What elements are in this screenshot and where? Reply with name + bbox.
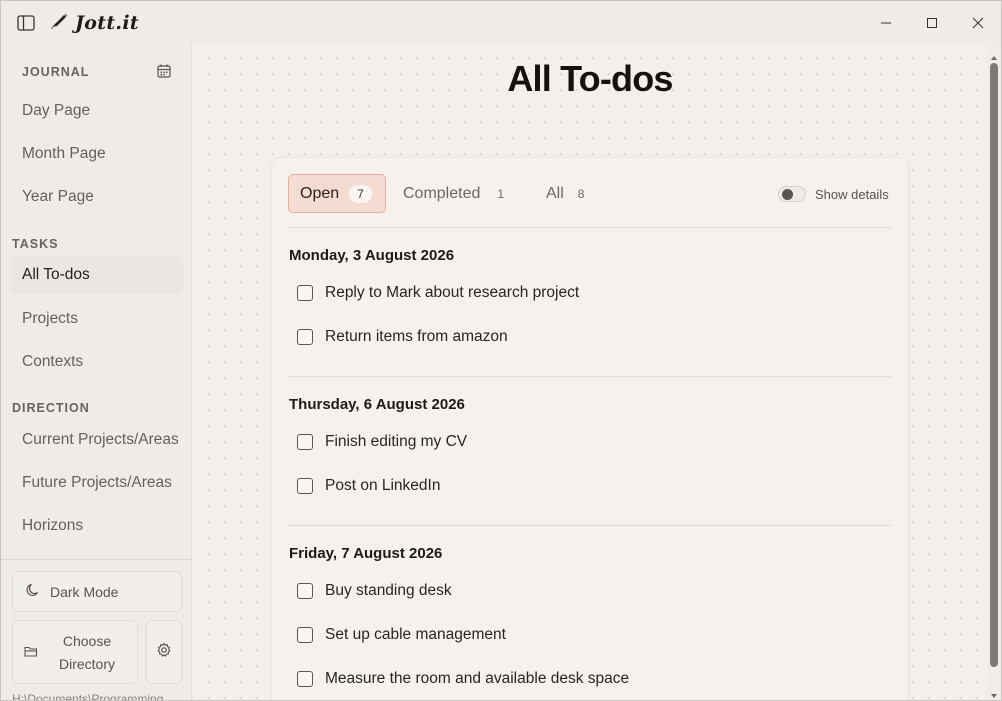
show-details-toggle[interactable] (778, 186, 806, 202)
pen-icon (49, 10, 69, 35)
sidebar-divider (1, 559, 192, 560)
direction-heading: DIRECTION (12, 401, 90, 415)
tab-completed-count: 1 (497, 186, 505, 201)
dark-mode-button[interactable]: Dark Mode (12, 571, 182, 612)
date-heading: Friday, 7 August 2026 (289, 545, 443, 562)
choose-directory-label: Choose Directory (58, 633, 115, 672)
minimize-icon[interactable] (863, 1, 909, 44)
todo-item: Reply to Mark about research project (297, 284, 579, 302)
todo-text: Buy standing desk (325, 582, 452, 599)
window-controls (863, 1, 1001, 44)
todo-checkbox[interactable] (297, 583, 313, 599)
todos-card: Open 7 Completed 1 All 8 Show details Mo… (272, 158, 908, 700)
main-content: All To-dos Open 7 Completed 1 All 8 Show… (193, 44, 987, 700)
journal-heading: JOURNAL (22, 65, 90, 79)
scroll-down-icon[interactable] (990, 687, 998, 698)
todo-checkbox[interactable] (297, 478, 313, 494)
tab-all-count: 8 (577, 186, 585, 201)
todo-text: Set up cable management (325, 626, 506, 643)
toggle-knob (782, 189, 793, 200)
choose-directory-button[interactable]: Choose Directory (12, 620, 138, 684)
app-logo: Jott.it (49, 10, 139, 35)
tasks-heading: TASKS (12, 237, 59, 251)
todo-item: Measure the room and available desk spac… (297, 670, 629, 688)
toggle-sidebar-icon[interactable] (16, 13, 36, 33)
sidebar-item-future-projects[interactable]: Future Projects/Areas (11, 464, 183, 502)
group-divider (288, 525, 891, 526)
close-icon[interactable] (955, 1, 1001, 44)
todo-text: Reply to Mark about research project (325, 284, 580, 301)
gear-icon (156, 642, 172, 663)
todo-text: Post on LinkedIn (325, 477, 441, 494)
title-bar: Jott.it (1, 1, 1001, 44)
sidebar-item-day-page[interactable]: Day Page (11, 92, 183, 130)
page-title: All To-dos (507, 58, 673, 99)
todo-checkbox[interactable] (297, 671, 313, 687)
todo-item: Set up cable management (297, 626, 506, 644)
date-heading: Thursday, 6 August 2026 (289, 396, 465, 413)
sidebar: JOURNAL Day Page Month Page Year Page TA… (1, 44, 192, 701)
tab-open-label: Open (300, 184, 340, 202)
sidebar-item-current-projects[interactable]: Current Projects/Areas (11, 421, 183, 459)
settings-button[interactable] (146, 620, 182, 684)
date-heading: Monday, 3 August 2026 (289, 247, 455, 264)
group-divider (288, 376, 891, 377)
todo-checkbox[interactable] (297, 329, 313, 345)
todo-checkbox[interactable] (297, 627, 313, 643)
directory-path: H:\Documents\Programming (12, 692, 164, 701)
dark-mode-label: Dark Mode (50, 583, 119, 600)
todo-checkbox[interactable] (297, 434, 313, 450)
tab-completed-label: Completed (403, 184, 481, 202)
app-name: Jott.it (75, 11, 139, 34)
main-scrollbar[interactable] (987, 44, 1001, 700)
sidebar-item-month-page[interactable]: Month Page (11, 135, 183, 173)
todo-text: Finish editing my CV (325, 433, 468, 450)
tab-all-label: All (546, 184, 564, 202)
sidebar-item-all-todos[interactable]: All To-dos (11, 256, 183, 294)
show-details-label: Show details (815, 187, 889, 202)
todo-item: Post on LinkedIn (297, 477, 440, 495)
tab-open[interactable]: Open 7 (288, 174, 386, 213)
todo-item: Finish editing my CV (297, 433, 467, 451)
sidebar-item-projects[interactable]: Projects (11, 300, 183, 338)
todo-text: Return items from amazon (325, 328, 508, 345)
todo-text: Measure the room and available desk spac… (325, 670, 630, 687)
todo-item: Return items from amazon (297, 328, 508, 346)
app-window: Jott.it JOURNAL Day Page Month Page Year… (0, 0, 1002, 701)
tab-completed[interactable]: Completed 1 (403, 174, 523, 213)
folder-icon (24, 645, 38, 661)
calendar-icon[interactable] (156, 63, 172, 79)
tab-open-count: 7 (349, 184, 372, 203)
todo-checkbox[interactable] (297, 285, 313, 301)
todo-item: Buy standing desk (297, 582, 452, 600)
sidebar-item-contexts[interactable]: Contexts (11, 343, 183, 381)
scroll-up-icon[interactable] (990, 49, 998, 60)
scroll-thumb[interactable] (990, 63, 998, 667)
sidebar-item-year-page[interactable]: Year Page (11, 178, 183, 216)
tabs-divider (288, 227, 891, 228)
moon-icon (25, 582, 41, 601)
sidebar-item-horizons[interactable]: Horizons (11, 507, 183, 545)
tab-all[interactable]: All 8 (546, 174, 606, 213)
maximize-icon[interactable] (909, 1, 955, 44)
